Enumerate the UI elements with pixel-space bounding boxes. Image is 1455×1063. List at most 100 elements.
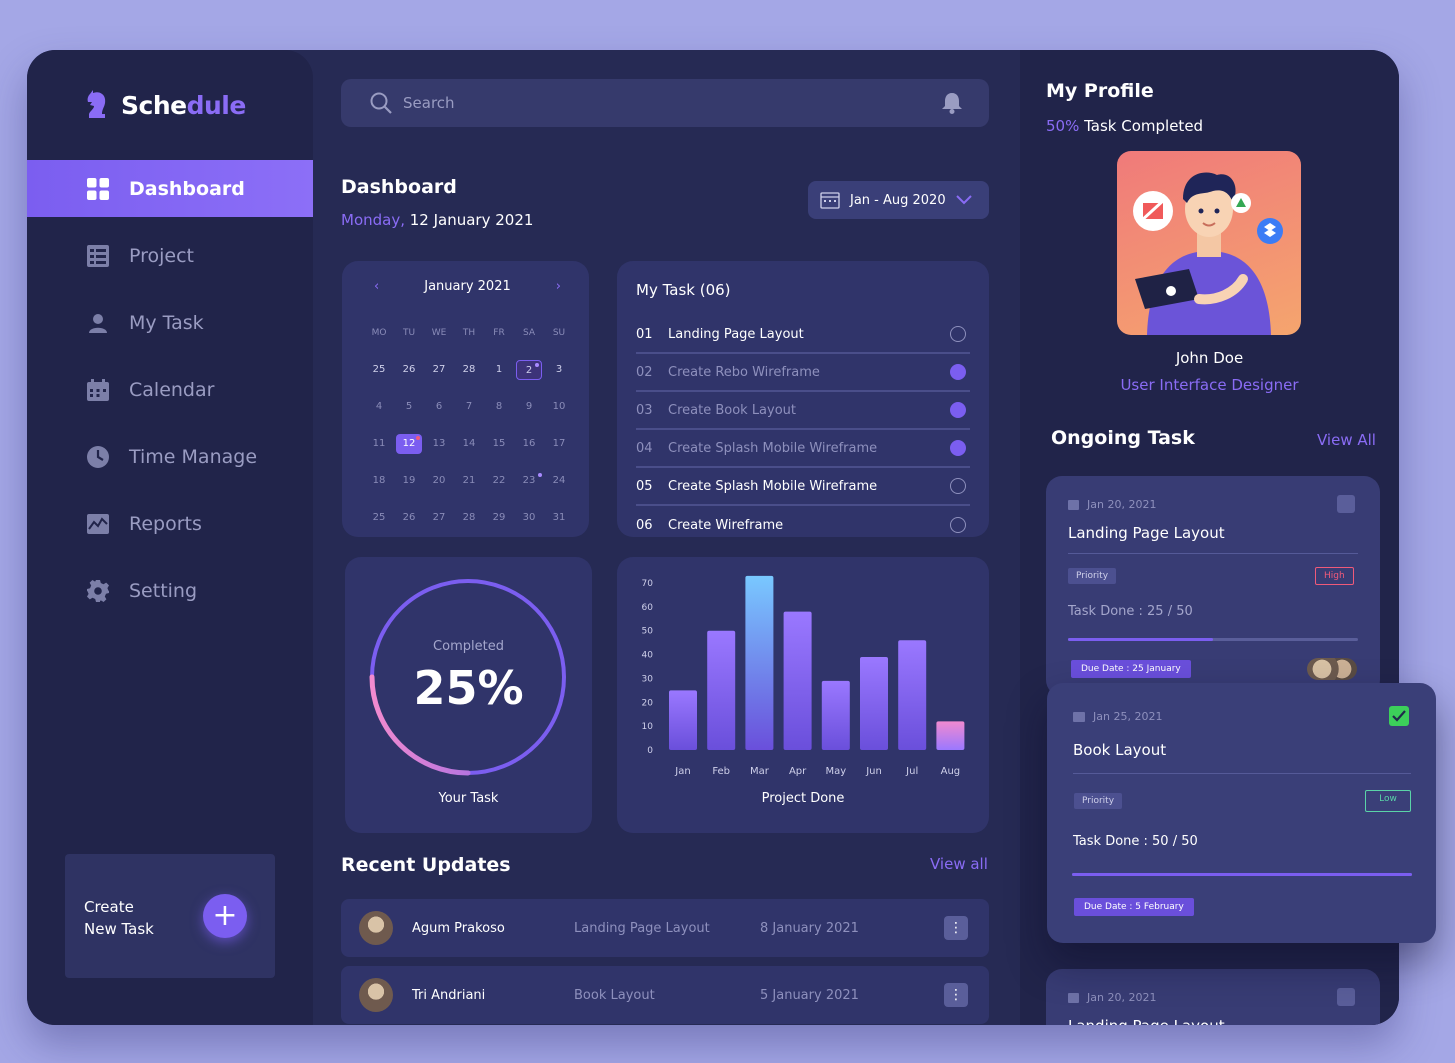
calendar-day[interactable]: 31 xyxy=(544,508,574,528)
sidebar-item-my-task[interactable]: My Task xyxy=(27,294,313,351)
calendar-day[interactable]: 25 xyxy=(364,360,394,380)
calendar-day[interactable]: 9 xyxy=(514,397,544,417)
task-checkbox-checked[interactable] xyxy=(1389,706,1409,726)
calendar-day[interactable]: 20 xyxy=(424,471,454,491)
calendar-day[interactable]: 26 xyxy=(394,508,424,528)
calendar-day[interactable]: 28 xyxy=(454,360,484,380)
task-label: Create Book Layout xyxy=(668,402,797,418)
calendar-day[interactable]: 19 xyxy=(394,471,424,491)
create-task-line1: Create xyxy=(84,898,134,916)
chart-bar-apr[interactable] xyxy=(783,611,812,750)
task-item[interactable]: 04 Create Splash Mobile Wireframe xyxy=(636,430,970,468)
calendar-day[interactable]: 26 xyxy=(394,360,424,380)
chart-bar-jun[interactable] xyxy=(860,656,888,750)
task-item[interactable]: 03 Create Book Layout xyxy=(636,392,970,430)
task-checkbox[interactable] xyxy=(1337,495,1355,513)
chart-bar-jul[interactable] xyxy=(898,640,927,750)
current-day: Monday, xyxy=(341,211,405,229)
task-card-date: Jan 25, 2021 xyxy=(1073,710,1162,723)
task-number: 01 xyxy=(636,326,653,342)
more-menu-button[interactable]: ⋮ xyxy=(944,983,968,1007)
task-radio[interactable] xyxy=(950,326,966,342)
ongoing-view-all-link[interactable]: View All xyxy=(1317,431,1376,449)
calendar-day[interactable]: 12 xyxy=(396,434,422,454)
completion-percent: 25% xyxy=(413,661,524,715)
task-radio-checked[interactable] xyxy=(950,364,966,380)
task-number: 06 xyxy=(636,517,653,533)
task-item[interactable]: 05 Create Splash Mobile Wireframe xyxy=(636,468,970,506)
sidebar-item-calendar[interactable]: Calendar xyxy=(27,361,313,418)
calendar-day[interactable]: 29 xyxy=(484,508,514,528)
calendar-day[interactable]: 4 xyxy=(364,397,394,417)
chart-bar-may[interactable] xyxy=(821,680,850,750)
task-radio-checked[interactable] xyxy=(950,440,966,456)
calendar-day[interactable]: 25 xyxy=(364,508,394,528)
sidebar-item-time-manage[interactable]: Time Manage xyxy=(27,428,313,485)
calendar-day[interactable]: 15 xyxy=(484,434,514,454)
ongoing-task-card[interactable]: Jan 20, 2021 Landing Page Layout Priorit… xyxy=(1046,476,1380,696)
calendar-day[interactable]: 27 xyxy=(424,360,454,380)
sidebar-item-dashboard[interactable]: Dashboard xyxy=(27,160,313,217)
calendar-prev-button[interactable]: ‹ xyxy=(374,279,379,294)
sidebar-item-setting[interactable]: Setting xyxy=(27,562,313,619)
calendar-day[interactable]: 8 xyxy=(484,397,514,417)
recent-row[interactable]: Agum Prakoso Landing Page Layout 8 Janua… xyxy=(341,899,989,957)
bell-icon[interactable] xyxy=(941,92,963,114)
profile-role: User Interface Designer xyxy=(1120,376,1299,394)
task-item[interactable]: 06 Create Wireframe xyxy=(636,506,970,544)
sidebar-item-project[interactable]: Project xyxy=(27,227,313,284)
calendar-day[interactable]: 27 xyxy=(424,508,454,528)
calendar-day[interactable]: 30 xyxy=(514,508,544,528)
chart-bar-aug[interactable] xyxy=(936,721,965,750)
recent-row-date: 5 January 2021 xyxy=(760,987,859,1003)
calendar-day[interactable]: 21 xyxy=(454,471,484,491)
logo-text-a: Sche xyxy=(121,90,187,120)
task-radio[interactable] xyxy=(950,517,966,533)
calendar-day[interactable]: 7 xyxy=(454,397,484,417)
task-checkbox[interactable] xyxy=(1337,988,1355,1006)
avatar xyxy=(359,911,393,945)
calendar-day[interactable]: 14 xyxy=(454,434,484,454)
search-input[interactable]: Search xyxy=(403,94,455,112)
chart-bar-jan[interactable] xyxy=(669,690,697,750)
app-logo[interactable]: Schedule xyxy=(85,90,246,120)
more-menu-button[interactable]: ⋮ xyxy=(944,916,968,940)
calendar-day[interactable]: 3 xyxy=(544,360,574,380)
sidebar-nav: Dashboard Project My Task Calendar Time … xyxy=(27,160,313,629)
my-task-card: My Task (06) 01 Landing Page Layout 02 Crea… xyxy=(617,261,989,537)
task-radio[interactable] xyxy=(950,478,966,494)
calendar-day[interactable]: 28 xyxy=(454,508,484,528)
calendar-day[interactable]: 1 xyxy=(484,360,514,380)
calendar-next-button[interactable]: › xyxy=(556,279,561,294)
ongoing-task-card[interactable]: Jan 20, 2021 Landing Page Layout xyxy=(1046,969,1380,1025)
calendar-day[interactable]: 5 xyxy=(394,397,424,417)
date-range-select[interactable]: Jan - Aug 2020 xyxy=(808,181,989,219)
task-card-title: Landing Page Layout xyxy=(1068,1017,1225,1025)
recent-row[interactable]: Tri Andriani Book Layout 5 January 2021 … xyxy=(341,966,989,1024)
create-task-button[interactable]: + xyxy=(203,894,247,938)
calendar-day[interactable]: 6 xyxy=(424,397,454,417)
calendar-day[interactable]: 24 xyxy=(544,471,574,491)
calendar-day[interactable]: 16 xyxy=(514,434,544,454)
search-bar[interactable]: Search xyxy=(341,79,989,127)
task-item[interactable]: 02 Create Rebo Wireframe xyxy=(636,354,970,392)
calendar-day[interactable]: 10 xyxy=(544,397,574,417)
sidebar-item-label: Setting xyxy=(129,579,198,602)
calendar-day[interactable]: 17 xyxy=(544,434,574,454)
sidebar-item-reports[interactable]: Reports xyxy=(27,495,313,552)
priority-badge-high: High xyxy=(1315,567,1354,585)
recent-view-all-link[interactable]: View all xyxy=(930,855,988,873)
task-item[interactable]: 01 Landing Page Layout xyxy=(636,316,970,354)
calendar-day[interactable]: 22 xyxy=(484,471,514,491)
chart-bar-feb[interactable] xyxy=(707,630,736,750)
calendar-small-icon xyxy=(1068,992,1079,1003)
chart-bar-mar[interactable] xyxy=(745,575,774,750)
task-radio-checked[interactable] xyxy=(950,402,966,418)
ongoing-task-card-highlighted[interactable]: Jan 25, 2021 Book Layout Priority Low Ta… xyxy=(1047,683,1436,943)
calendar-day[interactable]: 23 xyxy=(514,471,544,491)
calendar-day[interactable]: 18 xyxy=(364,471,394,491)
recent-row-name: Tri Andriani xyxy=(412,987,486,1003)
calendar-day[interactable]: 11 xyxy=(364,434,394,454)
calendar-day[interactable]: 2 xyxy=(516,360,542,380)
calendar-day[interactable]: 13 xyxy=(424,434,454,454)
